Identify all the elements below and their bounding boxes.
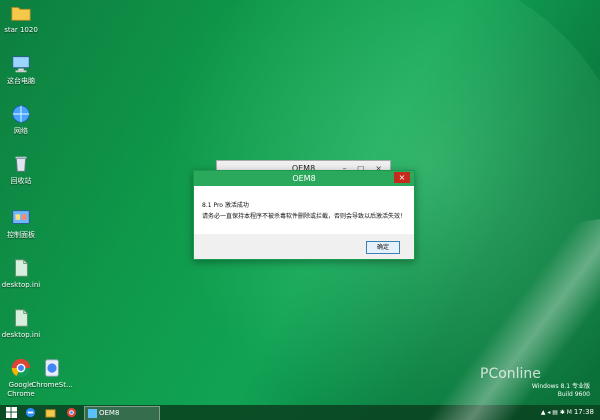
file-icon <box>15 309 28 327</box>
desktop-icon-label: 网络 <box>14 127 28 135</box>
taskbar: OEM8 ▲ ◂ ▤ ✱ M 17:38 <box>0 405 600 420</box>
control-panel-icon <box>12 210 30 224</box>
app-icon <box>88 409 97 418</box>
desktop-icon-desktop-ini-1[interactable]: desktop.ini <box>0 257 42 290</box>
dialog-title: OEM8 <box>292 174 316 183</box>
close-button[interactable]: × <box>394 172 410 183</box>
desktop-icon-recycle-bin[interactable]: 回收站 <box>0 153 42 186</box>
taskbar-clock[interactable]: 17:38 <box>574 406 594 419</box>
desktop-icon-label: star 1020 <box>4 26 38 34</box>
desktop-icon-computer[interactable]: 这台电脑 <box>0 53 42 86</box>
desktop-icon-desktop-ini-2[interactable]: desktop.ini <box>0 307 42 340</box>
file-icon <box>15 259 28 277</box>
desktop: star 1020 这台电脑 网络 回收站 控制面板 desktop.ini d… <box>0 0 600 420</box>
desktop-icon-label: 这台电脑 <box>7 77 35 85</box>
dialog-message-line2: 请务必一直保持本程序不被杀毒软件删除或拦截，否则会导致以后激活失效！ <box>202 213 407 220</box>
desktop-icon-folder[interactable]: star 1020 <box>0 2 42 35</box>
chrome-icon <box>11 358 31 378</box>
recycle-bin-icon <box>15 156 27 172</box>
desktop-icon-chromest[interactable]: ChromeSt... <box>31 357 73 390</box>
ok-button[interactable]: 确定 <box>366 241 400 254</box>
desktop-icon-label: 控制面板 <box>7 231 35 239</box>
system-tray[interactable]: ▲ ◂ ▤ ✱ M <box>541 406 572 419</box>
desktop-icon-label: ChromeSt... <box>31 381 73 389</box>
desktop-icon-label: desktop.ini <box>1 331 41 339</box>
dialog-footer: 确定 <box>194 234 414 259</box>
windows-edition: Windows 8.1 专业版 <box>531 383 590 390</box>
dialog-titlebar[interactable]: OEM8 × <box>194 171 414 186</box>
windows-build: Build 9600 <box>557 391 590 398</box>
ie-taskbar-icon[interactable] <box>25 407 36 418</box>
app-icon <box>45 359 59 377</box>
explorer-taskbar-icon[interactable] <box>45 407 56 418</box>
windows-version-info: Windows 8.1 专业版 Build 9600 <box>470 383 590 399</box>
computer-icon <box>12 56 30 73</box>
taskbar-item-label: OEM8 <box>99 409 120 417</box>
activation-dialog[interactable]: OEM8 × 8.1 Pro 激活成功 请务必一直保持本程序不被杀毒软件删除或拦… <box>193 170 415 260</box>
taskbar-item-oem8[interactable]: OEM8 <box>84 406 160 420</box>
folder-icon <box>11 7 31 21</box>
desktop-icon-label: 回收站 <box>10 177 32 185</box>
desktop-icon-network[interactable]: 网络 <box>0 103 42 136</box>
watermark: PConline <box>480 366 541 382</box>
start-button-icon[interactable] <box>6 407 17 418</box>
dialog-message-line1: 8.1 Pro 激活成功 <box>202 202 249 209</box>
desktop-icon-label: desktop.ini <box>1 281 41 289</box>
dialog-body: 8.1 Pro 激活成功 请务必一直保持本程序不被杀毒软件删除或拦截，否则会导致… <box>194 186 414 234</box>
network-icon <box>12 105 30 123</box>
chrome-taskbar-icon[interactable] <box>66 407 77 418</box>
desktop-icon-control-panel[interactable]: 控制面板 <box>0 207 42 240</box>
